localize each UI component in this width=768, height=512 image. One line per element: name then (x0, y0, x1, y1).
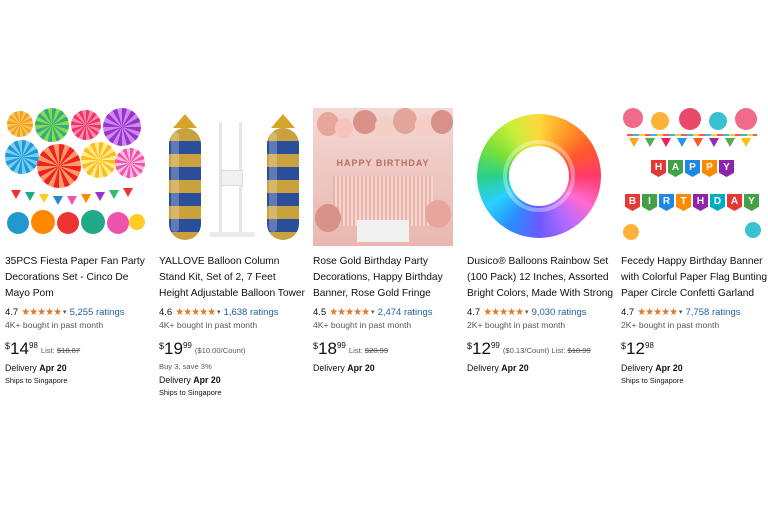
delivery-info: Delivery Apr 20 (467, 363, 529, 373)
product-card-fiesta[interactable]: 35PCS Fiesta Paper Fan Party Decorations… (5, 108, 153, 408)
price-fraction: 99 (490, 341, 500, 350)
ratings-count-link[interactable]: 2,474 ratings (378, 307, 433, 318)
rating-row: 4.7 ★★★★★ ▾ 9,030 ratings (467, 305, 615, 319)
banner-letter: H (693, 194, 708, 211)
star-rating-icon[interactable]: ★★★★★ (175, 307, 216, 318)
unit-price: ($10.00/Count) (194, 346, 246, 355)
star-rating-icon[interactable]: ★★★★★ (329, 307, 370, 318)
ratings-count-link[interactable]: 7,758 ratings (686, 307, 741, 318)
product-title[interactable]: Rose Gold Birthday Party Decorations, Ha… (313, 254, 461, 302)
banner-letter: H (651, 160, 666, 177)
bought-count: 2K+ bought in past month (621, 320, 720, 330)
ships-to: Ships to Singapore (5, 376, 68, 385)
delivery-info: Delivery Apr 20 (313, 363, 375, 373)
chevron-down-icon[interactable]: ▾ (63, 308, 67, 316)
price[interactable]: $ 14 98 List: $18.87 (5, 339, 153, 361)
banner-letter: T (676, 194, 691, 211)
banner-letter: B (625, 194, 640, 211)
chevron-down-icon[interactable]: ▾ (217, 308, 221, 316)
product-title[interactable]: Fecedy Happy Birthday Banner with Colorf… (621, 254, 768, 302)
price-whole: 12 (626, 339, 645, 358)
chevron-down-icon[interactable]: ▾ (679, 308, 683, 316)
banner-text: HAPPY BIRTHDAY (336, 158, 430, 168)
rating-row: 4.7 ★★★★★ ▾ 5,255 ratings (5, 305, 153, 319)
chevron-down-icon[interactable]: ▾ (371, 308, 375, 316)
price[interactable]: $ 12 99 ($0.13/Count) List: $18.99 (467, 339, 615, 361)
banner-letter: P (702, 160, 717, 177)
rating-row: 4.7 ★★★★★ ▾ 7,758 ratings (621, 305, 768, 319)
banner-letter: I (642, 194, 657, 211)
chevron-down-icon[interactable]: ▾ (525, 308, 529, 316)
product-title[interactable]: Dusico® Balloons Rainbow Set (100 Pack) … (467, 254, 615, 302)
ships-to: Ships to Singapore (621, 376, 684, 385)
product-image-rainbow-balloons[interactable] (467, 108, 607, 246)
price-fraction: 98 (28, 341, 38, 350)
price-whole: 18 (318, 339, 337, 358)
product-results-row: 35PCS Fiesta Paper Fan Party Decorations… (0, 108, 768, 408)
star-rating-icon[interactable]: ★★★★★ (21, 307, 62, 318)
banner-letter: Y (719, 160, 734, 177)
rating-value: 4.6 (159, 306, 173, 318)
banner-letter: A (727, 194, 742, 211)
rating-row: 4.5 ★★★★★ ▾ 2,474 ratings (313, 305, 461, 319)
rating-value: 4.7 (5, 306, 19, 318)
list-price: List: $20.99 (348, 346, 389, 355)
price-whole: 19 (164, 339, 183, 358)
ships-to: Ships to Singapore (159, 388, 222, 397)
product-card-rose-gold[interactable]: HAPPY BIRTHDAY Rose Gold Birthday Party … (313, 108, 461, 408)
price-fraction: 99 (182, 341, 192, 350)
list-price: List: $18.87 (40, 346, 81, 355)
rating-value: 4.7 (467, 306, 481, 318)
product-card-fecedy-banner[interactable]: H A P P Y B I R T H D A Y Fecedy Happy B… (621, 108, 768, 408)
banner-letter: D (710, 194, 725, 211)
banner-letter: A (668, 160, 683, 177)
rating-row: 4.6 ★★★★★ ▾ 1,638 ratings (159, 305, 307, 319)
bought-count: 4K+ bought in past month (159, 320, 258, 330)
bought-count: 4K+ bought in past month (5, 320, 104, 330)
product-card-balloon-column[interactable]: YALLOVE Balloon Column Stand Kit, Set of… (159, 108, 307, 408)
delivery-info: Delivery Apr 20 (621, 363, 683, 373)
delivery-info: Delivery Apr 20 (159, 375, 221, 385)
unit-and-list-price: ($0.13/Count) List: $18.99 (502, 346, 591, 355)
product-image-balloon-column[interactable] (159, 108, 299, 246)
product-title[interactable]: 35PCS Fiesta Paper Fan Party Decorations… (5, 254, 153, 302)
ratings-count-link[interactable]: 9,030 ratings (532, 307, 587, 318)
product-image-fecedy-banner[interactable]: H A P P Y B I R T H D A Y (621, 108, 761, 246)
product-title[interactable]: YALLOVE Balloon Column Stand Kit, Set of… (159, 254, 307, 302)
price-whole: 14 (10, 339, 29, 358)
price-fraction: 99 (336, 341, 346, 350)
ratings-count-link[interactable]: 1,638 ratings (224, 307, 279, 318)
banner-letter: P (685, 160, 700, 177)
banner-letter: Y (744, 194, 759, 211)
ratings-count-link[interactable]: 5,255 ratings (70, 307, 125, 318)
product-image-rose-gold[interactable]: HAPPY BIRTHDAY (313, 108, 453, 246)
rating-value: 4.7 (621, 306, 635, 318)
price[interactable]: $ 12 98 (621, 339, 768, 361)
product-card-rainbow-balloons[interactable]: Dusico® Balloons Rainbow Set (100 Pack) … (467, 108, 615, 408)
price[interactable]: $ 18 99 List: $20.99 (313, 339, 461, 361)
price-fraction: 98 (644, 341, 654, 350)
bought-count: 2K+ bought in past month (467, 320, 566, 330)
bought-count: 4K+ bought in past month (313, 320, 412, 330)
deal-text: Buy 3, save 3% (159, 362, 212, 371)
product-image-fiesta[interactable] (5, 108, 145, 246)
star-rating-icon[interactable]: ★★★★★ (637, 307, 678, 318)
star-rating-icon[interactable]: ★★★★★ (483, 307, 524, 318)
banner-letter: R (659, 194, 674, 211)
price-whole: 12 (472, 339, 491, 358)
price[interactable]: $ 19 99 ($10.00/Count) (159, 339, 307, 361)
delivery-info: Delivery Apr 20 (5, 363, 67, 373)
rating-value: 4.5 (313, 306, 327, 318)
